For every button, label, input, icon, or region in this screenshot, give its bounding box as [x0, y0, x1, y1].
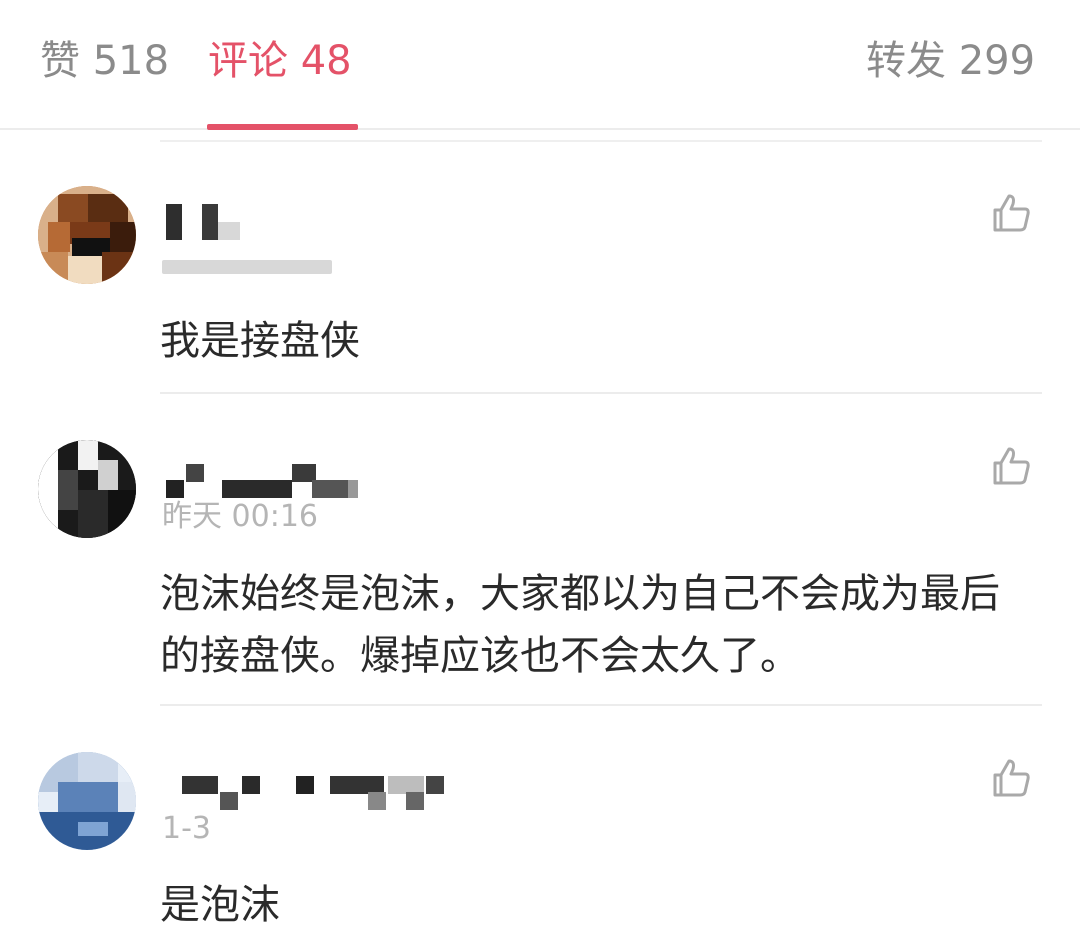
avatar[interactable] [38, 186, 136, 284]
tab-comments[interactable]: 评论 48 [208, 36, 352, 86]
comment-text: 泡沫始终是泡沫，大家都以为自己不会成为最后的接盘侠。爆掉应该也不会太久了。 [160, 571, 1000, 679]
comment-text: 我是接盘侠 [160, 318, 360, 364]
active-tab-indicator [207, 124, 358, 130]
divider [160, 140, 1042, 142]
divider [160, 704, 1042, 706]
username-redacted[interactable] [162, 200, 252, 250]
avatar[interactable] [38, 440, 136, 538]
avatar[interactable] [38, 752, 136, 850]
thumbs-up-icon[interactable] [987, 755, 1033, 801]
thumbs-up-icon[interactable] [987, 190, 1033, 236]
comment-time: 1-3 [162, 811, 211, 846]
divider [160, 392, 1042, 394]
tab-likes[interactable]: 赞 518 [40, 36, 169, 86]
comment-text: 是泡沫 [160, 882, 280, 928]
comment-time: 昨天 00:16 [162, 499, 318, 534]
comment-time [162, 250, 332, 274]
tab-reposts[interactable]: 转发 299 [866, 36, 1035, 86]
thumbs-up-icon[interactable] [987, 443, 1033, 489]
tab-bar: 赞 518 评论 48 转发 299 [0, 0, 1080, 130]
